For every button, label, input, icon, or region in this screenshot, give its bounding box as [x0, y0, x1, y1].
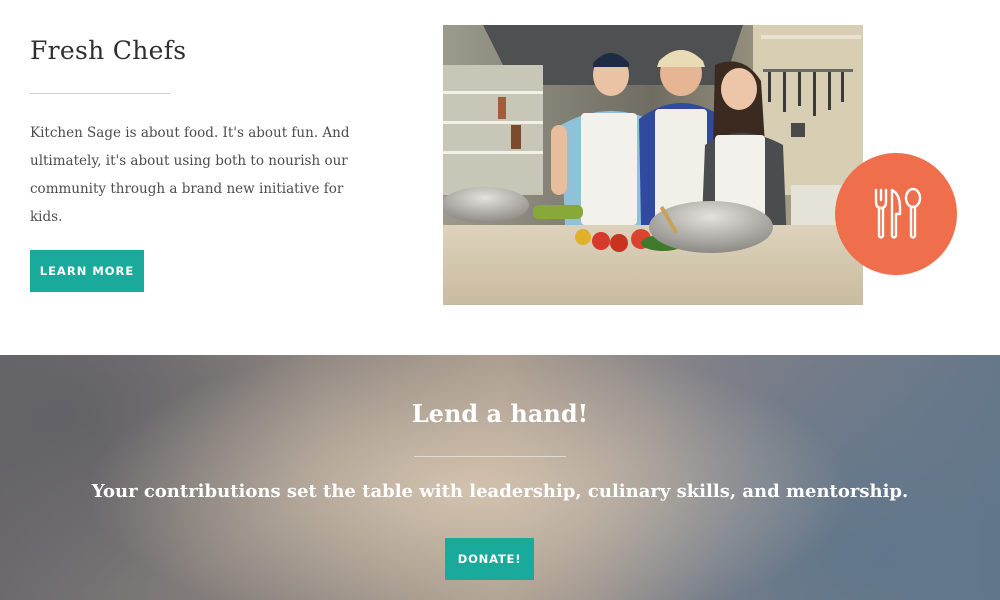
donate-button[interactable]: DONATE! [445, 538, 534, 580]
utensils-icon [874, 187, 922, 239]
chefs-photo [443, 25, 863, 305]
banner-subtitle: Your contributions set the table with le… [91, 481, 909, 502]
banner-divider [414, 456, 566, 457]
section-title: Fresh Chefs [30, 36, 187, 65]
title-divider [30, 93, 170, 94]
banner-title: Lend a hand! [411, 399, 589, 428]
utensil-badge [835, 153, 957, 275]
learn-more-button[interactable]: LEARN MORE [30, 250, 144, 292]
donate-banner: Lend a hand! Your contributions set the … [0, 355, 1000, 600]
section-description: Kitchen Sage is about food. It's about f… [30, 125, 350, 225]
fresh-chefs-section: Fresh Chefs Kitchen Sage is about food. … [0, 0, 1000, 355]
